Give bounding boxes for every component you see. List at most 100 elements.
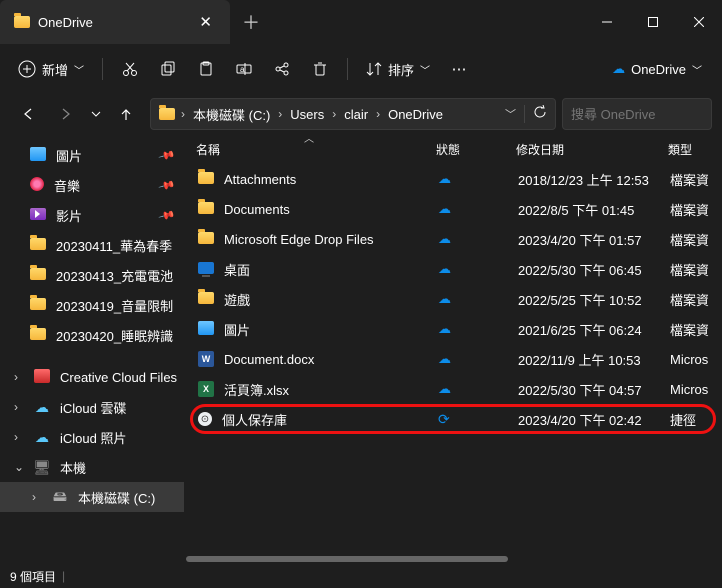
excel-icon: X xyxy=(198,381,214,397)
forward-button[interactable] xyxy=(48,98,84,130)
minimize-button[interactable] xyxy=(584,0,630,44)
sort-icon xyxy=(366,61,382,77)
folder-icon xyxy=(198,292,214,307)
column-type[interactable]: 類型 xyxy=(668,143,692,157)
cloud-icon: ☁ xyxy=(438,321,451,337)
file-row[interactable]: W Document.docx ☁ 2022/11/9 上午 10:53 Mic… xyxy=(184,344,722,374)
sidebar-item[interactable]: 音樂📌 xyxy=(0,170,184,200)
refresh-button[interactable] xyxy=(533,105,547,124)
chevron-down-icon[interactable]: ﹀ xyxy=(505,106,516,122)
file-row[interactable]: Attachments ☁ 2018/12/23 上午 12:53 檔案資 xyxy=(184,164,722,194)
cloud-icon: ☁ xyxy=(438,201,451,217)
folder-icon xyxy=(30,238,46,253)
cut-button[interactable] xyxy=(113,55,147,83)
tab-close-icon[interactable]: ✕ xyxy=(195,9,216,35)
sidebar-item-drive[interactable]: › 🖴 本機磁碟 (C:) xyxy=(0,482,184,512)
file-row[interactable]: X 活頁簿.xlsx ☁ 2022/5/30 下午 04:57 Micros xyxy=(184,374,722,404)
new-button-label: 新增 xyxy=(42,60,68,79)
file-type: 捷徑 xyxy=(670,410,716,429)
close-button[interactable] xyxy=(676,0,722,44)
folder-icon xyxy=(30,328,46,343)
onedrive-status-button[interactable]: ☁ OneDrive ﹀ xyxy=(602,55,712,83)
rename-button[interactable]: a xyxy=(227,55,261,83)
column-date[interactable]: 修改日期 xyxy=(516,143,564,157)
vault-icon: ⊙ xyxy=(198,412,212,426)
divider xyxy=(102,58,103,80)
chevron-right-icon: › xyxy=(330,107,338,121)
chevron-right-icon: › xyxy=(14,400,24,414)
file-name: 遊戲 xyxy=(224,290,250,309)
cc-icon xyxy=(34,369,50,386)
chevron-right-icon: › xyxy=(179,107,187,121)
file-row[interactable]: 遊戲 ☁ 2022/5/25 下午 10:52 檔案資 xyxy=(184,284,722,314)
sort-button[interactable]: 排序 ﹀ xyxy=(358,54,438,85)
sidebar-item[interactable]: 20230413_充電電池 xyxy=(0,260,184,290)
divider: | xyxy=(62,569,65,583)
column-status[interactable]: 狀態 xyxy=(436,143,460,157)
search-input[interactable] xyxy=(571,107,722,122)
breadcrumb[interactable]: › 本機磁碟 (C:) › Users › clair › OneDrive ﹀ xyxy=(150,98,556,130)
copy-button[interactable] xyxy=(151,55,185,83)
share-button[interactable] xyxy=(265,55,299,83)
more-button[interactable]: ⋯ xyxy=(442,54,476,84)
sidebar-item-label: 20230419_音量限制 xyxy=(56,296,173,315)
sidebar-item[interactable]: 20230419_音量限制 xyxy=(0,290,184,320)
sidebar-item-pc[interactable]: ⌄ 🖥 本機 xyxy=(0,452,184,482)
folder-icon xyxy=(30,298,46,313)
chevron-down-icon: ﹀ xyxy=(692,62,702,77)
horizontal-scrollbar[interactable] xyxy=(186,554,722,564)
sidebar-item[interactable]: 圖片📌 xyxy=(0,140,184,170)
sidebar-item[interactable]: 20230420_睡眠辨識 xyxy=(0,320,184,350)
tab-folder-icon xyxy=(14,16,30,28)
sidebar-item[interactable]: › Creative Cloud Files xyxy=(0,362,184,392)
column-name[interactable]: 名稱 xyxy=(196,141,220,158)
new-tab-button[interactable]: ＋ xyxy=(230,9,272,35)
file-row[interactable]: Documents ☁ 2022/8/5 下午 01:45 檔案資 xyxy=(184,194,722,224)
file-row[interactable]: Microsoft Edge Drop Files ☁ 2023/4/20 下午… xyxy=(184,224,722,254)
tab-title: OneDrive xyxy=(38,15,187,30)
scrollbar-thumb[interactable] xyxy=(186,556,508,562)
icloud-icon: ☁ xyxy=(34,429,50,445)
folder-icon xyxy=(159,108,175,120)
plus-circle-icon xyxy=(18,60,36,78)
active-tab[interactable]: OneDrive ✕ xyxy=(0,0,230,44)
file-date: 2022/8/5 下午 01:45 xyxy=(518,200,670,219)
sidebar-item[interactable]: 影片📌 xyxy=(0,200,184,230)
file-name: Microsoft Edge Drop Files xyxy=(224,232,374,247)
file-row[interactable]: ⊙ 個人保存庫 ⟳ 2023/4/20 下午 02:42 捷徑 xyxy=(190,404,716,434)
file-list: 名稱 狀態 修改日期 類型 ︿ Attachments ☁ 2018/12/23… xyxy=(184,134,722,564)
back-button[interactable] xyxy=(10,98,46,130)
file-type: 檔案資 xyxy=(670,170,722,189)
file-name: 圖片 xyxy=(224,320,250,339)
delete-button[interactable] xyxy=(303,55,337,83)
search-box[interactable] xyxy=(562,98,712,130)
crumb-users[interactable]: Users xyxy=(288,107,326,122)
recent-button[interactable] xyxy=(86,98,106,130)
toolbar: 新增 ﹀ a 排序 ﹀ ⋯ ☁ OneDrive ﹀ xyxy=(0,44,722,94)
sidebar-item-label: 20230420_睡眠辨識 xyxy=(56,326,173,345)
word-icon: W xyxy=(198,351,214,367)
crumb-onedrive[interactable]: OneDrive xyxy=(386,107,445,122)
sidebar-item-label: 本機磁碟 (C:) xyxy=(78,488,155,507)
file-date: 2022/5/30 下午 06:45 xyxy=(518,260,670,279)
file-type: Micros xyxy=(670,352,722,367)
up-button[interactable] xyxy=(108,98,144,130)
file-row[interactable]: 圖片 ☁ 2021/6/25 下午 06:24 檔案資 xyxy=(184,314,722,344)
file-name: Attachments xyxy=(224,172,296,187)
maximize-button[interactable] xyxy=(630,0,676,44)
file-row[interactable]: 桌面 ☁ 2022/5/30 下午 06:45 檔案資 xyxy=(184,254,722,284)
folder-icon xyxy=(198,172,214,187)
image-icon xyxy=(198,321,214,338)
sidebar-item[interactable]: 20230411_華為春季 xyxy=(0,230,184,260)
divider xyxy=(524,105,525,123)
chevron-down-icon: ﹀ xyxy=(74,62,84,77)
new-button[interactable]: 新增 ﹀ xyxy=(10,54,92,85)
paste-button[interactable] xyxy=(189,55,223,83)
sidebar-item[interactable]: › ☁ iCloud 照片 xyxy=(0,422,184,452)
file-date: 2022/5/25 下午 10:52 xyxy=(518,290,670,309)
chevron-down-icon: ﹀ xyxy=(420,62,430,77)
sidebar-item[interactable]: › ☁ iCloud 雲碟 xyxy=(0,392,184,422)
crumb-drive[interactable]: 本機磁碟 (C:) xyxy=(191,105,272,124)
sidebar-item-label: 20230413_充電電池 xyxy=(56,266,173,285)
crumb-clair[interactable]: clair xyxy=(342,107,370,122)
